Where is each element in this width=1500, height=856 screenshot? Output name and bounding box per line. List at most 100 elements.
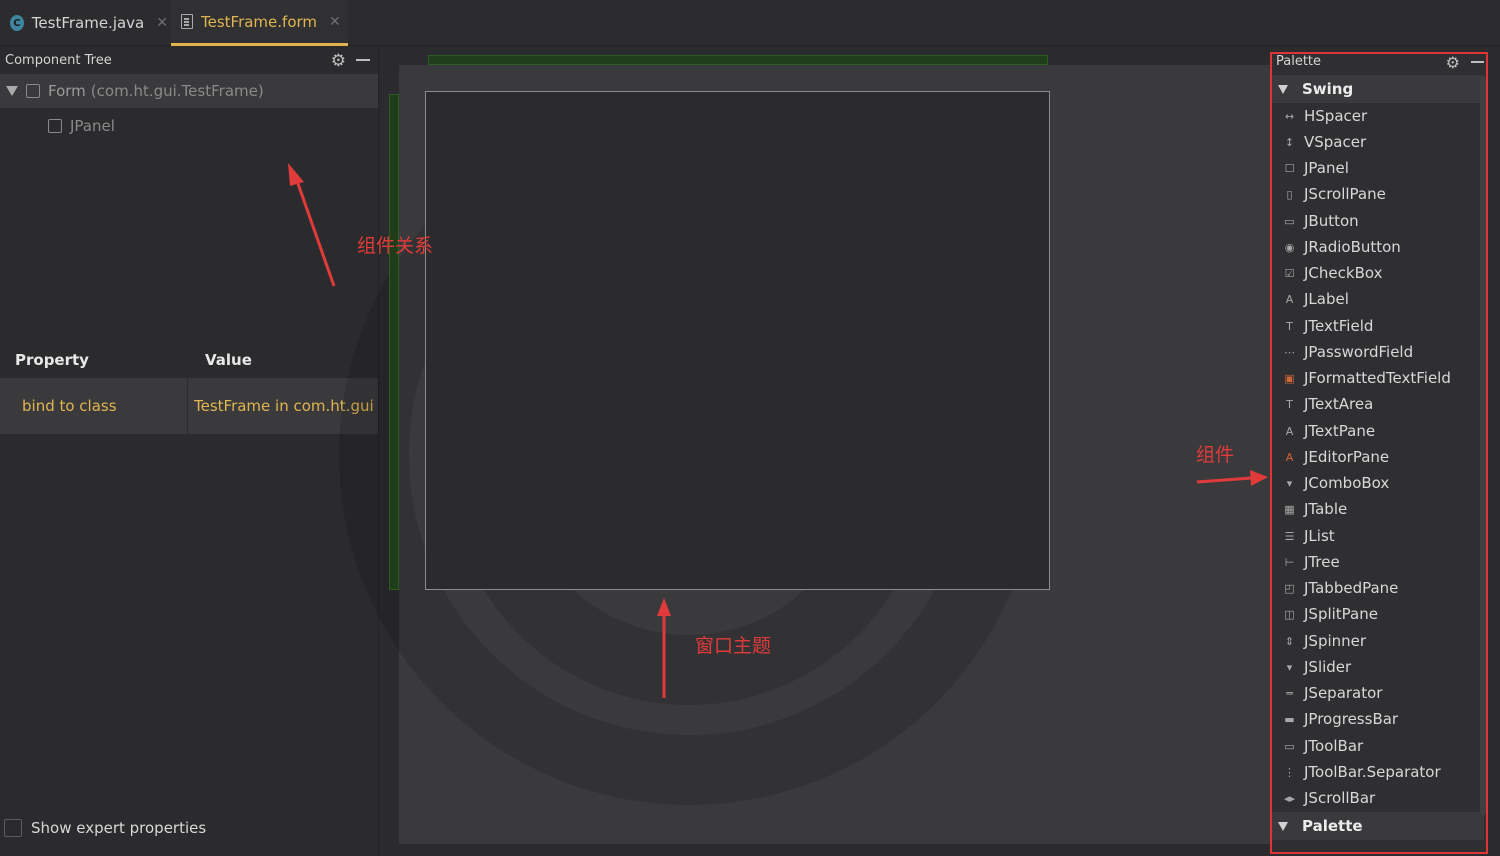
palette-item-jtabbedpane[interactable]: ◰ JTabbedPane <box>1272 575 1484 601</box>
button-icon: ▭ <box>1284 214 1295 228</box>
item-label: JTextField <box>1304 317 1374 335</box>
arrow-tree <box>294 177 336 287</box>
item-label: JToolBar.Separator <box>1304 763 1441 781</box>
spinner-icon: ⇕ <box>1284 634 1295 648</box>
palette-item-jscrollpane[interactable]: ▯ JScrollPane <box>1272 181 1484 207</box>
palette-item-jslider[interactable]: ▾ JSlider <box>1272 654 1484 680</box>
palette-item-jtree[interactable]: ⊢ JTree <box>1272 549 1484 575</box>
palette-item-jtoolbar-separator[interactable]: ⋮ JToolBar.Separator <box>1272 759 1484 785</box>
palette-item-jspinner[interactable]: ⇕ JSpinner <box>1272 628 1484 654</box>
palette-item-hspacer[interactable]: ↔ HSpacer <box>1272 103 1484 129</box>
progressbar-icon: ▬ <box>1284 712 1295 726</box>
radio-icon: ◉ <box>1284 240 1295 254</box>
group-label: Swing <box>1302 80 1354 98</box>
textarea-icon: T <box>1286 397 1293 411</box>
item-label: JTextArea <box>1304 395 1374 413</box>
arrow-tree-head <box>288 163 304 186</box>
item-label: JProgressBar <box>1304 710 1399 728</box>
item-label: JSplitPane <box>1304 605 1378 623</box>
arrow-components-head <box>1250 470 1268 486</box>
checkbox-icon: ☑ <box>1284 266 1295 280</box>
editorpane-icon: A <box>1285 450 1294 464</box>
palette-item-jscrollbar[interactable]: ◂▸ JScrollBar <box>1272 785 1484 811</box>
gear-icon[interactable]: ⚙ <box>1446 54 1460 72</box>
palette-item-jtoolbar[interactable]: ▭ JToolBar <box>1272 733 1484 759</box>
arrow-components <box>1196 476 1253 484</box>
item-label: JPasswordField <box>1304 343 1414 361</box>
item-label: JCheckBox <box>1304 264 1383 282</box>
expand-triangle-icon[interactable] <box>1278 84 1288 94</box>
palette-item-jlist[interactable]: ☰ JList <box>1272 523 1484 549</box>
item-label: JTextPane <box>1304 422 1376 440</box>
minimize-icon[interactable] <box>1471 61 1484 63</box>
toolbar-separator-icon: ⋮ <box>1284 765 1295 779</box>
splitpane-icon: ◫ <box>1284 607 1295 621</box>
label-icon: A <box>1285 292 1294 306</box>
palette-item-jcheckbox[interactable]: ☑ JCheckBox <box>1272 260 1484 286</box>
annotation-window: 窗口主题 <box>695 635 772 657</box>
palette-item-jpasswordfield[interactable]: ⋯ JPasswordField <box>1272 339 1484 365</box>
palette-item-jbutton[interactable]: ▭ JButton <box>1272 208 1484 234</box>
item-label: JEditorPane <box>1304 448 1390 466</box>
table-icon: ▦ <box>1284 502 1295 516</box>
palette-panel: Palette ⚙ Swing ↔ HSpacer ↕ VSpacer ☐ JPane… <box>1270 52 1488 854</box>
list-icon: ☰ <box>1284 529 1295 543</box>
textpane-icon: A <box>1285 424 1294 438</box>
item-label: JButton <box>1304 212 1359 230</box>
combobox-icon: ▾ <box>1286 476 1293 490</box>
palette-title: Palette <box>1276 54 1322 69</box>
item-label: VSpacer <box>1304 133 1367 151</box>
item-label: HSpacer <box>1304 107 1368 125</box>
scrollbar-icon: ◂▸ <box>1283 791 1296 805</box>
palette-group-swing[interactable]: Swing <box>1272 75 1484 103</box>
tabbedpane-icon: ◰ <box>1284 581 1295 595</box>
scrollpane-icon: ▯ <box>1286 187 1293 201</box>
palette-item-jradiobutton[interactable]: ◉ JRadioButton <box>1272 234 1484 260</box>
item-label: JTree <box>1304 553 1340 571</box>
palette-header: Palette ⚙ <box>1272 54 1486 72</box>
item-label: JTable <box>1304 500 1348 518</box>
item-label: JScrollBar <box>1304 789 1376 807</box>
item-label: JScrollPane <box>1304 185 1386 203</box>
palette-group-palette[interactable]: Palette <box>1272 812 1484 840</box>
password-icon: ⋯ <box>1284 345 1295 359</box>
palette-item-jsplitpane[interactable]: ◫ JSplitPane <box>1272 601 1484 627</box>
item-label: JSlider <box>1304 658 1352 676</box>
expand-triangle-icon[interactable] <box>1278 821 1288 831</box>
palette-item-jtable[interactable]: ▦ JTable <box>1272 496 1484 522</box>
textfield-icon: T <box>1286 319 1293 333</box>
group-label: Palette <box>1302 817 1363 835</box>
palette-item-jtextpane[interactable]: A JTextPane <box>1272 418 1484 444</box>
item-label: JSpinner <box>1304 632 1367 650</box>
palette-item-jeditorpane[interactable]: A JEditorPane <box>1272 444 1484 470</box>
arrow-window-head <box>657 598 671 616</box>
item-label: JList <box>1304 527 1335 545</box>
hspacer-icon: ↔ <box>1284 109 1295 123</box>
item-label: JComboBox <box>1304 474 1390 492</box>
palette-item-vspacer[interactable]: ↕ VSpacer <box>1272 129 1484 155</box>
item-label: JRadioButton <box>1304 238 1401 256</box>
palette-item-jtextfield[interactable]: T JTextField <box>1272 313 1484 339</box>
vspacer-icon: ↕ <box>1284 135 1295 149</box>
palette-scrollbar[interactable] <box>1480 76 1486 816</box>
tree-icon: ⊢ <box>1284 555 1295 569</box>
item-label: JSeparator <box>1304 684 1383 702</box>
toolbar-icon: ▭ <box>1284 739 1295 753</box>
palette-item-jcombobox[interactable]: ▾ JComboBox <box>1272 470 1484 496</box>
item-label: JPanel <box>1304 159 1349 177</box>
slider-icon: ▾ <box>1286 660 1293 674</box>
formatted-icon: ▣ <box>1284 371 1295 385</box>
palette-item-jlabel[interactable]: A JLabel <box>1272 286 1484 312</box>
separator-icon: ═ <box>1286 686 1293 700</box>
item-label: JFormattedTextField <box>1304 369 1451 387</box>
palette-item-jseparator[interactable]: ═ JSeparator <box>1272 680 1484 706</box>
item-label: JTabbedPane <box>1304 579 1399 597</box>
palette-item-jprogressbar[interactable]: ▬ JProgressBar <box>1272 706 1484 732</box>
palette-item-jpanel[interactable]: ☐ JPanel <box>1272 155 1484 181</box>
palette-item-jformattedtextfield[interactable]: ▣ JFormattedTextField <box>1272 365 1484 391</box>
panel-icon: ☐ <box>1284 161 1295 175</box>
item-label: JLabel <box>1304 290 1349 308</box>
annotation-components: 组件 <box>1196 444 1235 466</box>
item-label: JToolBar <box>1304 737 1364 755</box>
palette-item-jtextarea[interactable]: T JTextArea <box>1272 391 1484 417</box>
